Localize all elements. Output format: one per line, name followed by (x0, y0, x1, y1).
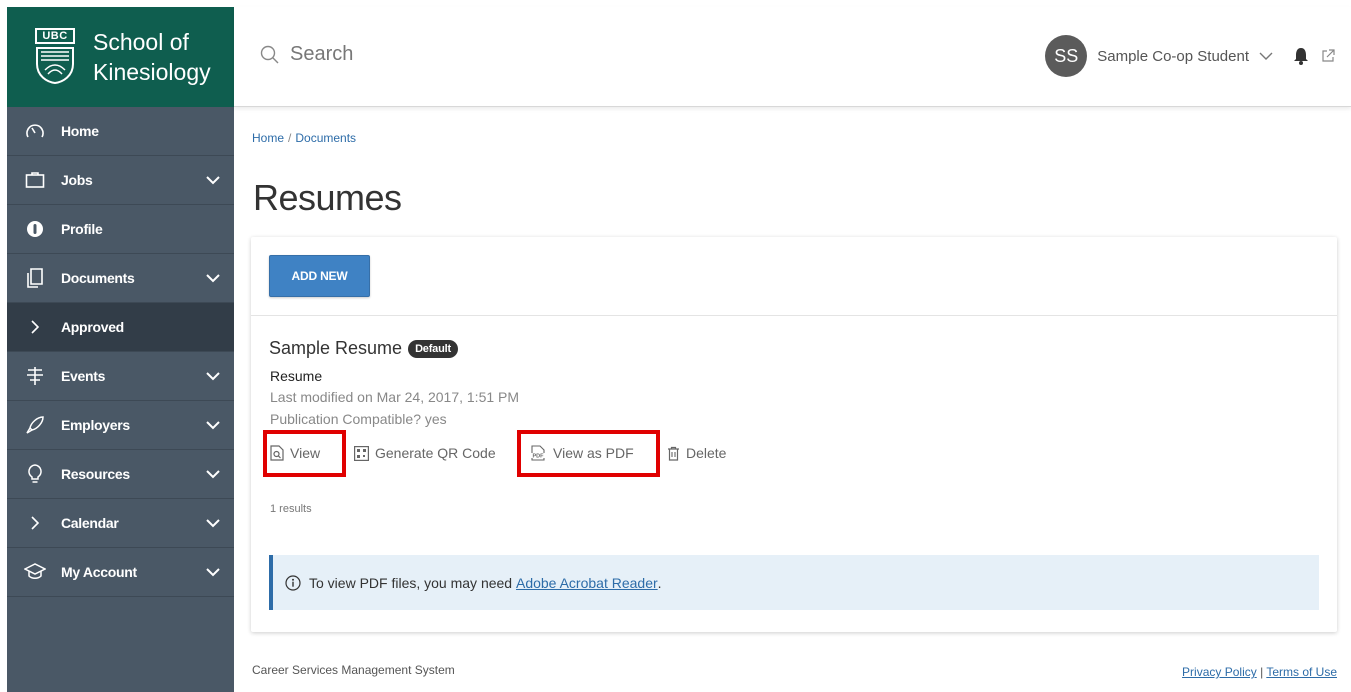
sidebar-item-events[interactable]: Events (7, 352, 234, 401)
sidebar: UBC School of Kinesiology Home Jobs Prof… (7, 7, 234, 692)
resume-title: Sample Resume Default (269, 338, 458, 359)
delete-button[interactable]: Delete (667, 445, 726, 461)
briefcase-icon (24, 169, 46, 191)
chevron-down-icon (206, 421, 220, 430)
generate-qr-code-label: Generate QR Code (375, 445, 496, 461)
signpost-icon (24, 365, 46, 387)
sidebar-item-label: Jobs (61, 172, 93, 188)
sidebar-item-label: Calendar (61, 515, 119, 531)
brand-header[interactable]: UBC School of Kinesiology (7, 7, 234, 107)
sidebar-item-label: Home (61, 123, 99, 139)
sidebar-item-label: Documents (61, 270, 135, 286)
profile-icon (24, 218, 46, 240)
chevron-down-icon (206, 274, 220, 283)
sidebar-item-label: Approved (61, 319, 124, 335)
sidebar-item-label: My Account (61, 564, 137, 580)
brand-line-1: School of (93, 29, 189, 55)
brand-name: School of Kinesiology (93, 27, 211, 87)
privacy-policy-link[interactable]: Privacy Policy (1182, 665, 1257, 679)
trash-icon (668, 446, 679, 461)
default-badge: Default (408, 339, 458, 358)
dashboard-icon (24, 120, 46, 142)
sidebar-item-label: Profile (61, 221, 103, 237)
resume-modified-date: Last modified on Mar 24, 2017, 1:51 PM (270, 389, 520, 405)
bell-icon[interactable] (1293, 47, 1309, 65)
chevron-down-icon (206, 176, 220, 185)
top-bar: Search SS Sample Co-op Student (234, 7, 1351, 107)
brand-line-2: Kinesiology (93, 59, 211, 85)
sidebar-item-label: Employers (61, 417, 130, 433)
sidebar-item-resources[interactable]: Resources (7, 450, 234, 499)
footer-system-name: Career Services Management System (252, 663, 455, 677)
lightbulb-icon (24, 463, 46, 485)
resume-name: Sample Resume (269, 338, 403, 358)
chevron-down-icon (206, 372, 220, 381)
chevron-down-icon[interactable] (1259, 52, 1273, 61)
breadcrumb-separator: / (288, 131, 292, 145)
chevron-down-icon (206, 568, 220, 577)
chevron-right-icon (24, 512, 46, 534)
breadcrumb-home[interactable]: Home (252, 131, 284, 145)
chevron-down-icon (206, 470, 220, 479)
sidebar-item-approved[interactable]: Approved (7, 303, 234, 352)
search-placeholder: Search (290, 43, 354, 65)
footer-separator: | (1256, 665, 1267, 679)
alert-text: To view PDF files, you may need (309, 574, 513, 591)
ubc-logo-text: UBC (35, 28, 75, 44)
chevron-right-icon (24, 316, 46, 338)
footer-links: Privacy Policy | Terms of Use (1182, 665, 1337, 679)
breadcrumb-documents[interactable]: Documents (295, 131, 356, 145)
sidebar-item-label: Events (61, 368, 106, 384)
generate-qr-code-button[interactable]: Generate QR Code (354, 445, 496, 461)
user-menu[interactable]: SS Sample Co-op Student (1045, 35, 1335, 77)
breadcrumb: Home / Documents (252, 131, 356, 145)
resumes-card: ADD NEW Sample Resume Default Resume Las… (251, 237, 1337, 632)
results-count: 1 results (270, 503, 312, 515)
sidebar-item-employers[interactable]: Employers (7, 401, 234, 450)
avatar[interactable]: SS (1045, 35, 1088, 77)
sidebar-item-jobs[interactable]: Jobs (7, 156, 234, 205)
user-name[interactable]: Sample Co-op Student (1097, 48, 1249, 65)
info-alert: To view PDF files, you may need Adobe Ac… (269, 555, 1319, 610)
documents-icon (24, 267, 46, 289)
highlight-box-view (263, 430, 346, 477)
sidebar-item-label: Resources (61, 466, 130, 482)
resume-publication-compatible: Publication Compatible? yes (270, 411, 447, 427)
ubc-logo: UBC (35, 28, 75, 86)
chevron-down-icon (206, 519, 220, 528)
adobe-acrobat-reader-link[interactable]: Adobe Acrobat Reader (516, 575, 658, 591)
add-new-button[interactable]: ADD NEW (269, 255, 370, 297)
card-header: ADD NEW (251, 237, 1337, 316)
sidebar-item-my-account[interactable]: My Account (7, 548, 234, 597)
search-input[interactable]: Search (260, 43, 353, 66)
sidebar-item-documents[interactable]: Documents (7, 254, 234, 303)
sidebar-item-home[interactable]: Home (7, 107, 234, 156)
page-title: Resumes (253, 177, 402, 218)
highlight-box-view-as-pdf (517, 430, 660, 477)
qr-code-icon (354, 445, 369, 461)
rocket-icon (24, 414, 46, 436)
graduation-cap-icon (24, 561, 46, 583)
info-icon (285, 574, 301, 591)
terms-of-use-link[interactable]: Terms of Use (1266, 665, 1337, 679)
delete-label: Delete (686, 445, 727, 461)
sidebar-item-calendar[interactable]: Calendar (7, 499, 234, 548)
external-link-icon[interactable] (1321, 49, 1335, 63)
resume-type: Resume (270, 368, 323, 384)
sidebar-item-profile[interactable]: Profile (7, 205, 234, 254)
crest-shield-icon (36, 47, 74, 84)
alert-end: . (657, 574, 662, 591)
search-icon (260, 45, 279, 63)
